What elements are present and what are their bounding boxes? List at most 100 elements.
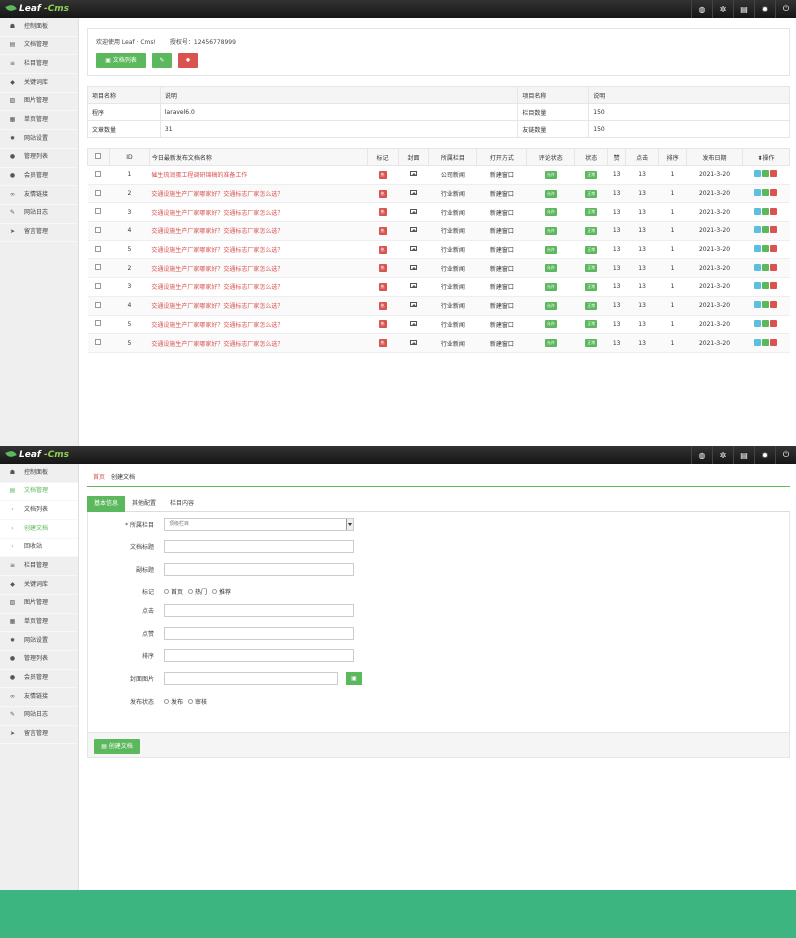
- order-input[interactable]: [164, 649, 354, 662]
- title-cell[interactable]: 交通设施生产厂家哪家好？交通标志厂家怎么选？: [149, 258, 368, 279]
- paw-icon[interactable]: ✲: [712, 0, 733, 18]
- row-checkbox[interactable]: [95, 208, 102, 215]
- sidebar-item[interactable]: ▨ 图片管理: [0, 595, 78, 614]
- logo[interactable]: Leaf -Cms: [5, 449, 69, 461]
- trash-icon[interactable]: ▤: [733, 446, 754, 464]
- gear-icon[interactable]: ✹: [754, 0, 775, 18]
- row-checkbox[interactable]: [95, 339, 102, 346]
- logo[interactable]: Leaf -Cms: [5, 3, 69, 15]
- edit-button[interactable]: [762, 338, 770, 346]
- edit-button[interactable]: ✎: [152, 53, 172, 68]
- likes-input[interactable]: [164, 627, 354, 640]
- form-tab[interactable]: 基本信息: [87, 496, 126, 512]
- sidebar-item[interactable]: ➤ 留言管理: [0, 224, 78, 243]
- view-button[interactable]: [754, 301, 762, 309]
- edit-button[interactable]: [762, 263, 770, 271]
- radio-button[interactable]: [164, 699, 169, 704]
- sidebar-item[interactable]: ✎ 网站日志: [0, 707, 78, 726]
- title-cell[interactable]: 交通设施生产厂家哪家好？交通标志厂家怎么选？: [149, 333, 368, 353]
- sidebar-item[interactable]: ● 管理列表: [0, 651, 78, 670]
- view-button[interactable]: [754, 282, 762, 290]
- view-button[interactable]: [754, 226, 762, 234]
- title-cell[interactable]: 催生琉润蛋工程调研锦稿的准备工作: [149, 165, 368, 185]
- edit-button[interactable]: [762, 301, 770, 309]
- delete-button[interactable]: [770, 263, 778, 271]
- delete-button[interactable]: [770, 338, 778, 346]
- upload-button[interactable]: ▣: [346, 672, 362, 685]
- edit-button[interactable]: [762, 170, 770, 178]
- gear-icon[interactable]: ✹: [754, 446, 775, 464]
- sidebar-item[interactable]: ● 管理列表: [0, 149, 78, 168]
- row-checkbox[interactable]: [95, 245, 102, 252]
- row-checkbox[interactable]: [95, 301, 102, 308]
- sidebar-item[interactable]: ☗ 控制面板: [0, 464, 78, 483]
- edit-button[interactable]: [762, 207, 770, 215]
- view-button[interactable]: [754, 319, 762, 327]
- title-cell[interactable]: 交通设施生产厂家哪家好？交通标志厂家怎么选？: [149, 277, 368, 297]
- globe-icon[interactable]: ◍: [691, 446, 712, 464]
- sidebar-item[interactable]: ▦ 单页管理: [0, 111, 78, 131]
- row-checkbox[interactable]: [95, 282, 102, 289]
- edit-button[interactable]: [762, 245, 770, 253]
- row-checkbox[interactable]: [95, 320, 102, 327]
- delete-button[interactable]: [770, 319, 778, 327]
- title-cell[interactable]: 交通设施生产厂家哪家好？交通标志厂家怎么选？: [149, 202, 368, 223]
- radio-button[interactable]: [212, 589, 218, 594]
- breadcrumb-home[interactable]: 首页: [93, 474, 105, 481]
- sidebar-item[interactable]: ◆ 关键词库: [0, 74, 78, 93]
- settings-button[interactable]: ✹: [178, 53, 198, 68]
- sidebar-item[interactable]: ∞ 友情链接: [0, 186, 78, 205]
- edit-button[interactable]: [762, 319, 770, 327]
- delete-button[interactable]: [770, 189, 778, 197]
- sidebar-item[interactable]: ▤ 文档管理: [0, 37, 78, 56]
- view-button[interactable]: [754, 207, 762, 215]
- title-cell[interactable]: 交通设施生产厂家哪家好？交通标志厂家怎么选？: [149, 315, 368, 335]
- sidebar-item[interactable]: › 回收站: [0, 538, 78, 558]
- radio-button[interactable]: [188, 699, 194, 704]
- delete-button[interactable]: [770, 226, 778, 234]
- power-icon[interactable]: ⏻: [775, 446, 796, 464]
- sidebar-item[interactable]: ▤ 文档管理: [0, 482, 78, 502]
- sidebar-item[interactable]: › 文档列表: [0, 501, 78, 521]
- view-button[interactable]: [754, 189, 762, 197]
- delete-button[interactable]: [770, 245, 778, 253]
- title-cell[interactable]: 交通设施生产厂家哪家好？交通标志厂家怎么选？: [149, 240, 368, 260]
- radio-button[interactable]: [188, 589, 194, 594]
- view-button[interactable]: [754, 338, 762, 346]
- subtitle-input[interactable]: [164, 563, 354, 576]
- title-cell[interactable]: 交通设施生产厂家哪家好？交通标志厂家怎么选？: [149, 221, 368, 241]
- cover-input[interactable]: [164, 672, 338, 685]
- radio-button[interactable]: [164, 589, 169, 594]
- globe-icon[interactable]: ◍: [691, 0, 712, 18]
- row-checkbox[interactable]: [95, 226, 102, 233]
- delete-button[interactable]: [770, 282, 778, 290]
- delete-button[interactable]: [770, 301, 778, 309]
- view-button[interactable]: [754, 263, 762, 271]
- row-checkbox[interactable]: [95, 189, 102, 196]
- edit-button[interactable]: [762, 226, 770, 234]
- sidebar-item[interactable]: ✹ 网站设置: [0, 130, 78, 149]
- form-tab[interactable]: 栏目内容: [163, 496, 201, 512]
- sidebar-item[interactable]: › 创建文档: [0, 520, 78, 539]
- edit-button[interactable]: [762, 282, 770, 290]
- delete-button[interactable]: [770, 170, 778, 178]
- sidebar-item[interactable]: ◆ 关键词库: [0, 576, 78, 595]
- title-input[interactable]: [164, 540, 354, 553]
- row-checkbox[interactable]: [95, 170, 102, 177]
- view-button[interactable]: [754, 170, 762, 178]
- sidebar-item[interactable]: ● 会员管理: [0, 168, 78, 187]
- sidebar-item[interactable]: ➤ 留言管理: [0, 726, 78, 745]
- row-checkbox[interactable]: [95, 264, 102, 271]
- doc-list-button[interactable]: ▣ 文档列表: [96, 53, 146, 68]
- edit-button[interactable]: [762, 189, 770, 197]
- clicks-input[interactable]: [164, 604, 354, 617]
- sidebar-item[interactable]: ✹ 网站设置: [0, 632, 78, 651]
- sidebar-item[interactable]: ● 会员管理: [0, 670, 78, 689]
- trash-icon[interactable]: ▤: [733, 0, 754, 18]
- sidebar-item[interactable]: ≡ 栏目管理: [0, 557, 78, 577]
- sidebar-item[interactable]: ▦ 单页管理: [0, 614, 78, 633]
- paw-icon[interactable]: ✲: [712, 446, 733, 464]
- select-all-checkbox[interactable]: [95, 153, 102, 159]
- sidebar-item[interactable]: ▨ 图片管理: [0, 93, 78, 112]
- form-tab[interactable]: 其他配置: [125, 496, 163, 512]
